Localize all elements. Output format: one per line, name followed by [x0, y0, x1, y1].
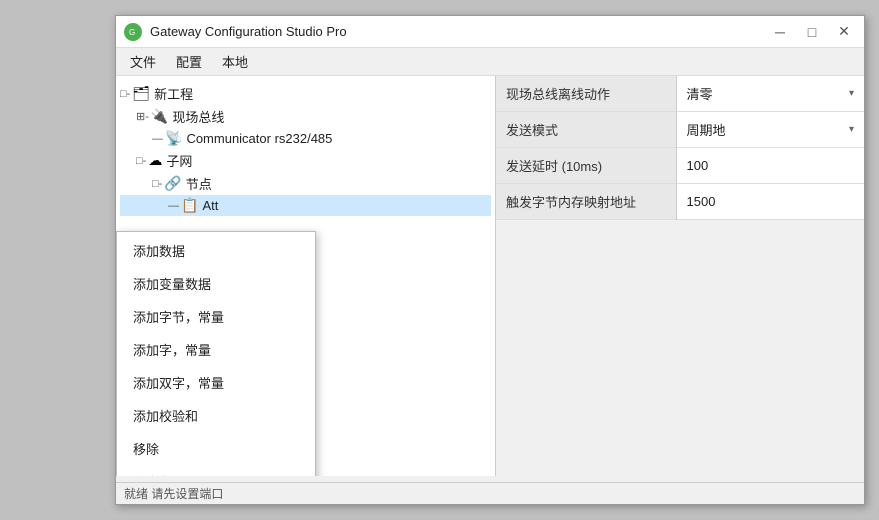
menu-item-文件[interactable]: 文件	[120, 48, 166, 75]
tree-node-node[interactable]: □- 🔗 节点	[120, 172, 491, 195]
minimize-button[interactable]: ─	[768, 22, 792, 42]
statusbar: 就绪 请先设置端口	[116, 482, 864, 504]
property-label: 触发字节内存映射地址	[496, 184, 676, 220]
property-value[interactable]: 清零▾	[676, 76, 864, 112]
tree-node-subnet[interactable]: □- ☁ 子网	[120, 149, 491, 172]
property-row: 发送延时 (10ms)100	[496, 148, 864, 184]
main-content: □- 🗂 新工程 ⊞- 🔌 现场总线 — 📡 Communicator rs23…	[116, 76, 864, 476]
context-menu-item[interactable]: 添加校验和	[117, 399, 315, 432]
context-menu-item[interactable]: 添加双字，常量	[117, 366, 315, 399]
node-label: 节点	[186, 174, 212, 193]
svg-text:G: G	[129, 28, 135, 37]
context-menu: 添加数据添加变量数据添加字节，常量添加字，常量添加双字，常量添加校验和移除重命名	[116, 231, 316, 476]
dropdown-arrow-icon[interactable]: ▾	[849, 124, 854, 135]
node-label: 新工程	[154, 84, 193, 103]
context-menu-item[interactable]: 重命名	[117, 465, 315, 476]
menu-item-配置[interactable]: 配置	[166, 48, 212, 75]
property-label: 现场总线离线动作	[496, 76, 676, 112]
menubar: 文件配置本地	[116, 48, 864, 76]
titlebar: G Gateway Configuration Studio Pro ─ □ ✕	[116, 16, 864, 48]
expand-icon: —	[168, 200, 179, 212]
folder-icon: 🗂	[132, 85, 150, 102]
cloud-icon: ☁	[148, 152, 162, 169]
context-menu-item[interactable]: 添加数据	[117, 234, 315, 267]
expand-icon[interactable]: □-	[120, 88, 130, 100]
expand-icon[interactable]: □-	[152, 178, 162, 190]
window-controls: ─ □ ✕	[768, 22, 856, 42]
status-text: 就绪 请先设置端口	[124, 485, 223, 502]
tree-node-att[interactable]: — 📋 Att	[120, 195, 491, 216]
tree-node-root[interactable]: □- 🗂 新工程	[120, 82, 491, 105]
menu-item-本地[interactable]: 本地	[212, 48, 258, 75]
app-icon: G	[124, 23, 142, 41]
main-window: G Gateway Configuration Studio Pro ─ □ ✕…	[115, 15, 865, 505]
maximize-button[interactable]: □	[800, 22, 824, 42]
context-menu-item[interactable]: 添加字节，常量	[117, 300, 315, 333]
node-label: Att	[202, 198, 218, 213]
bus-icon: 🔌	[151, 108, 168, 125]
property-label: 发送模式	[496, 112, 676, 148]
tree-panel: □- 🗂 新工程 ⊞- 🔌 现场总线 — 📡 Communicator rs23…	[116, 76, 496, 476]
property-value: 1500	[676, 184, 864, 220]
property-label: 发送延时 (10ms)	[496, 148, 676, 184]
att-icon: 📋	[181, 197, 198, 214]
expand-icon: —	[152, 133, 163, 145]
context-menu-item[interactable]: 添加字，常量	[117, 333, 315, 366]
property-value: 100	[676, 148, 864, 184]
expand-icon[interactable]: □-	[136, 155, 146, 167]
right-panel: 现场总线离线动作清零▾发送模式周期地▾发送延时 (10ms)100触发字节内存映…	[496, 76, 864, 476]
node-label: 子网	[166, 151, 192, 170]
tree-node-fieldbus[interactable]: ⊞- 🔌 现场总线	[120, 105, 491, 128]
context-menu-item[interactable]: 添加变量数据	[117, 267, 315, 300]
properties-table: 现场总线离线动作清零▾发送模式周期地▾发送延时 (10ms)100触发字节内存映…	[496, 76, 864, 220]
property-value[interactable]: 周期地▾	[676, 112, 864, 148]
node-label: 现场总线	[172, 107, 224, 126]
node-label: Communicator rs232/485	[186, 131, 332, 146]
context-menu-item[interactable]: 移除	[117, 432, 315, 465]
close-button[interactable]: ✕	[832, 22, 856, 42]
node-icon: 🔗	[164, 175, 181, 192]
tree-node-comm[interactable]: — 📡 Communicator rs232/485	[120, 128, 491, 149]
property-row: 现场总线离线动作清零▾	[496, 76, 864, 112]
dropdown-arrow-icon[interactable]: ▾	[849, 88, 854, 99]
property-row: 触发字节内存映射地址1500	[496, 184, 864, 220]
property-row: 发送模式周期地▾	[496, 112, 864, 148]
comm-icon: 📡	[165, 130, 182, 147]
expand-icon[interactable]: ⊞-	[136, 110, 149, 123]
window-title: Gateway Configuration Studio Pro	[150, 24, 768, 39]
